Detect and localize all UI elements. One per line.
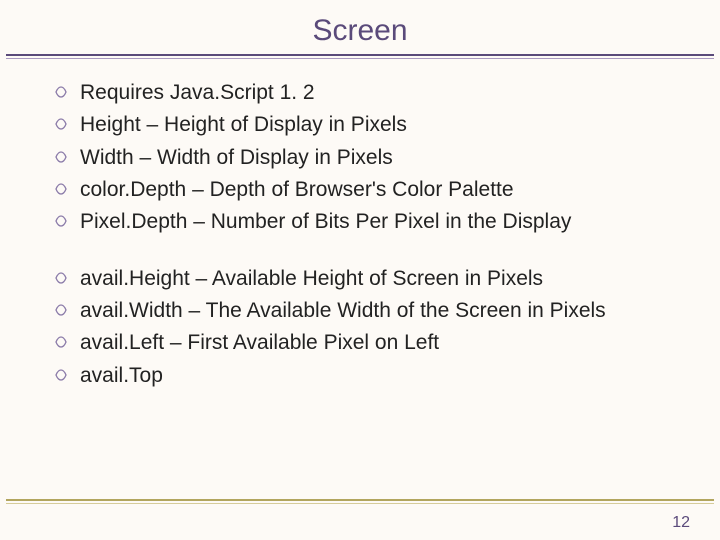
list-item-text: avail.Top (80, 362, 690, 390)
page-number: 12 (672, 514, 690, 532)
list-item-text: color.Depth – Depth of Browser's Color P… (80, 176, 690, 204)
list-item: Requires Java.Script 1. 2 (54, 79, 690, 107)
slide-content: Requires Java.Script 1. 2 Height – Heigh… (0, 61, 720, 390)
list-item: avail.Height – Available Height of Scree… (54, 265, 690, 293)
list-item-text: avail.Height – Available Height of Scree… (80, 265, 690, 293)
list-item-text: Width – Width of Display in Pixels (80, 144, 690, 172)
bullet-icon (54, 271, 68, 285)
bullet-icon (54, 182, 68, 196)
slide: Screen Requires Java.Script 1. 2 Height … (0, 0, 720, 540)
footer-rule-bar (6, 499, 714, 501)
list-item: avail.Top (54, 362, 690, 390)
list-item-text: avail.Width – The Available Width of the… (80, 297, 690, 325)
title-rule (6, 54, 714, 56)
bullet-icon (54, 368, 68, 382)
bullet-icon (54, 303, 68, 317)
list-item: avail.Width – The Available Width of the… (54, 297, 690, 325)
footer-rule (6, 499, 714, 506)
bullet-icon (54, 85, 68, 99)
list-item-text: Requires Java.Script 1. 2 (80, 79, 690, 107)
bullet-group-2: avail.Height – Available Height of Scree… (54, 265, 690, 390)
bullet-icon (54, 150, 68, 164)
bullet-icon (54, 335, 68, 349)
bullet-icon (54, 117, 68, 131)
bullet-icon (54, 214, 68, 228)
bullet-group-1: Requires Java.Script 1. 2 Height – Heigh… (54, 79, 690, 237)
list-item: Width – Width of Display in Pixels (54, 144, 690, 172)
list-item: Height – Height of Display in Pixels (54, 111, 690, 139)
list-item: avail.Left – First Available Pixel on Le… (54, 329, 690, 357)
footer-rule-bar-thin (6, 503, 714, 504)
list-item-text: avail.Left – First Available Pixel on Le… (80, 329, 690, 357)
list-item-text: Pixel.Depth – Number of Bits Per Pixel i… (80, 208, 690, 236)
list-item-text: Height – Height of Display in Pixels (80, 111, 690, 139)
list-item: color.Depth – Depth of Browser's Color P… (54, 176, 690, 204)
title-rule-thin (6, 58, 714, 59)
list-item: Pixel.Depth – Number of Bits Per Pixel i… (54, 208, 690, 236)
slide-title: Screen (0, 0, 720, 54)
